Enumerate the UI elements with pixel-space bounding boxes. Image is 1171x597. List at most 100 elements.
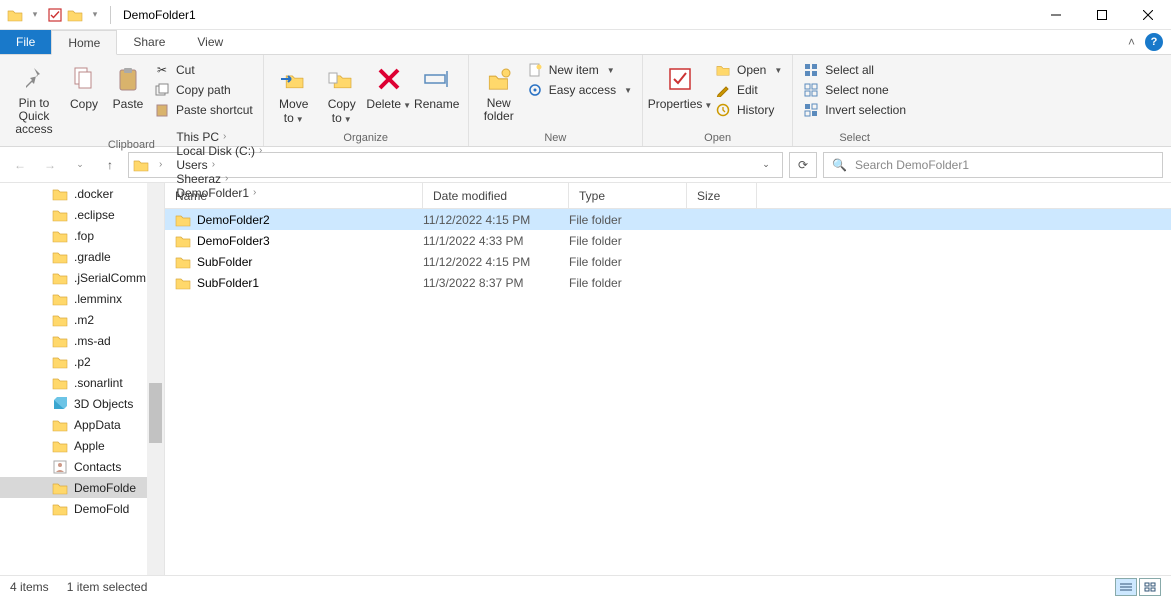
pin-button[interactable]: Pin to Quick access [6,59,62,137]
copy-to-label: Copy to▼ [318,97,366,125]
rename-button[interactable]: Rename [412,59,462,111]
history-button[interactable]: History [711,101,786,119]
col-date[interactable]: Date modified [423,183,569,208]
qat-folder2-icon[interactable] [66,6,84,24]
paste-label: Paste [113,97,144,111]
group-label: New [475,130,636,144]
group-organize: Move to▼ Copy to▼ Delete▼ Rename Organiz… [264,55,469,146]
tree-item[interactable]: DemoFolde [0,477,164,498]
invert-icon [803,102,819,118]
crumb-chev0[interactable]: › [151,159,170,170]
scrollbar-thumb[interactable] [149,383,162,443]
tree-item[interactable]: DemoFold [0,498,164,519]
tab-view[interactable]: View [181,30,239,54]
col-type[interactable]: Type [569,183,687,208]
status-bar: 4 items 1 item selected [0,575,1171,597]
properties-button[interactable]: Properties▼ [649,59,711,111]
properties-label: Properties▼ [648,97,713,111]
minimize-button[interactable] [1033,0,1079,30]
tree-item[interactable]: Contacts [0,456,164,477]
recent-dropdown[interactable]: ⌄ [68,153,92,177]
file-row[interactable]: DemoFolder211/12/2022 4:15 PMFile folder [165,209,1171,230]
new-item-button[interactable]: New item▼ [523,61,636,79]
copy-label: Copy [70,97,98,111]
qat-dropdown-icon[interactable]: ▾ [26,6,44,24]
forward-button[interactable]: → [38,153,62,177]
breadcrumb[interactable]: Local Disk (C:)› [172,144,270,158]
group-open: Properties▼ Open▼ Edit History Open [643,55,793,146]
view-details-button[interactable] [1115,578,1137,596]
help-icon[interactable]: ? [1145,33,1163,51]
collapse-ribbon-icon[interactable]: ˄ [1128,35,1135,49]
qat-overflow-icon[interactable]: ▾ [86,6,104,24]
breadcrumb[interactable]: Users› [172,158,270,172]
tree-item[interactable]: .jSerialComm [0,267,164,288]
move-to-icon [278,63,310,95]
open-button[interactable]: Open▼ [711,61,786,79]
copy-to-icon [326,63,358,95]
refresh-button[interactable]: ⟳ [789,152,817,178]
tree-item[interactable]: .m2 [0,309,164,330]
close-button[interactable] [1125,0,1171,30]
separator [110,6,111,24]
view-large-button[interactable] [1139,578,1161,596]
tree-item[interactable]: .lemminx [0,288,164,309]
pin-label: Pin to Quick access [6,97,62,137]
file-row[interactable]: DemoFolder311/1/2022 4:33 PMFile folder [165,230,1171,251]
tree-item[interactable]: .fop [0,225,164,246]
tab-home[interactable]: Home [51,30,117,55]
tree-item[interactable]: .docker [0,183,164,204]
address-folder-icon [133,157,149,173]
tree-scrollbar[interactable] [147,183,164,575]
status-count: 4 items [10,580,49,594]
file-row[interactable]: SubFolder11/12/2022 4:15 PMFile folder [165,251,1171,272]
delete-button[interactable]: Delete▼ [366,59,412,111]
maximize-button[interactable] [1079,0,1125,30]
group-select: Select all Select none Invert selection … [793,55,916,146]
qat-folder-icon[interactable] [6,6,24,24]
tab-file[interactable]: File [0,30,51,54]
tree-item[interactable]: Apple [0,435,164,456]
invert-selection-button[interactable]: Invert selection [799,101,910,119]
copy-to-button[interactable]: Copy to▼ [318,59,366,125]
back-button[interactable]: ← [8,153,32,177]
edit-button[interactable]: Edit [711,81,786,99]
tree-item[interactable]: .ms-ad [0,330,164,351]
tree-item[interactable]: .p2 [0,351,164,372]
copy-path-icon [154,82,170,98]
col-size[interactable]: Size [687,183,757,208]
copy-icon [68,63,100,95]
select-none-button[interactable]: Select none [799,81,910,99]
tab-share[interactable]: Share [117,30,181,54]
edit-icon [715,82,731,98]
search-box[interactable]: 🔍 Search DemoFolder1 [823,152,1163,178]
tree-item[interactable]: .sonarlint [0,372,164,393]
paste-shortcut-button[interactable]: Paste shortcut [150,101,257,119]
file-row[interactable]: SubFolder111/3/2022 8:37 PMFile folder [165,272,1171,293]
up-button[interactable]: ↑ [98,153,122,177]
copy-path-button[interactable]: Copy path [150,81,257,99]
ribbon-tabs: File Home Share View ˄ ? [0,30,1171,55]
move-to-button[interactable]: Move to▼ [270,59,318,125]
paste-shortcut-icon [154,102,170,118]
tree-item[interactable]: .gradle [0,246,164,267]
history-icon [715,102,731,118]
copy-button[interactable]: Copy [62,59,106,111]
address-bar[interactable]: › This PC›Local Disk (C:)›Users›Sheeraz›… [128,152,783,178]
tree-item[interactable]: AppData [0,414,164,435]
qat-properties-icon[interactable] [46,6,64,24]
paste-button[interactable]: Paste [106,59,150,111]
breadcrumb[interactable]: This PC› [172,130,270,144]
address-dropdown-icon[interactable]: ⌄ [754,153,778,177]
cut-button[interactable]: ✂Cut [150,61,257,79]
tree-item[interactable]: 3D Objects [0,393,164,414]
delete-icon [373,63,405,95]
content-area: .docker.eclipse.fop.gradle.jSerialComm.l… [0,183,1171,575]
easy-access-button[interactable]: Easy access▼ [523,81,636,99]
paste-icon [112,63,144,95]
select-all-button[interactable]: Select all [799,61,910,79]
tree-item[interactable]: .eclipse [0,204,164,225]
col-name[interactable]: Name [165,183,423,208]
titlebar: ▾ ▾ DemoFolder1 [0,0,1171,30]
new-folder-button[interactable]: New folder [475,59,523,123]
